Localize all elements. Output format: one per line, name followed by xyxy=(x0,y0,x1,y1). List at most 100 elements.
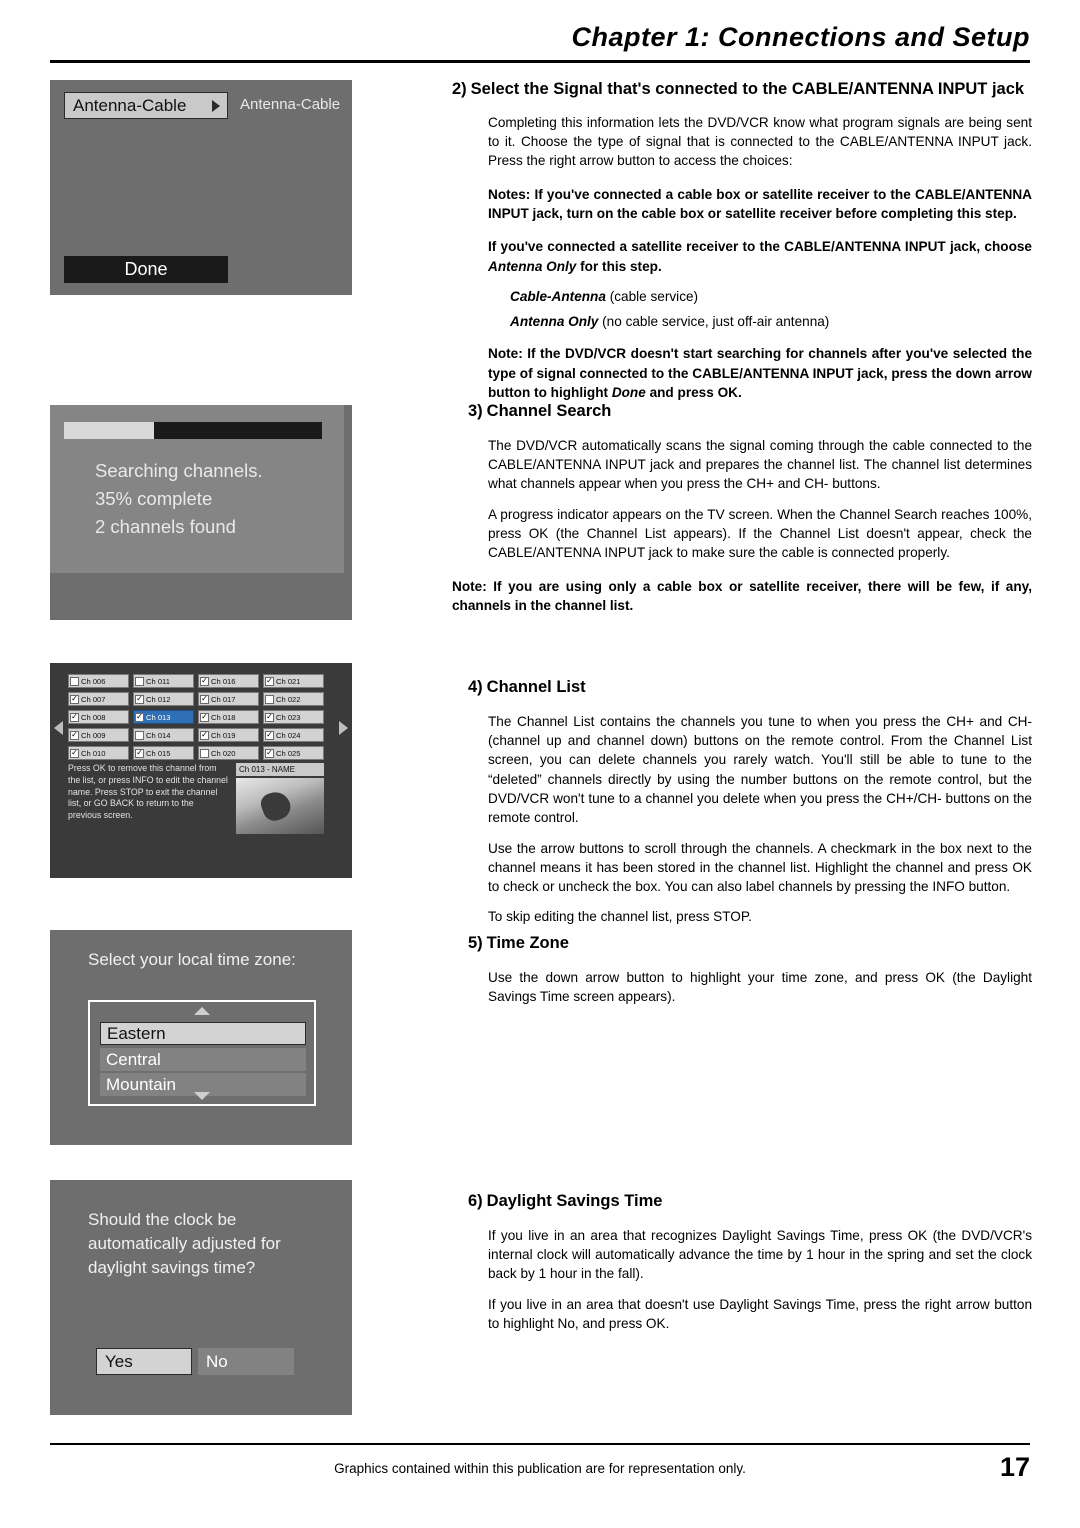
section-2: 2) Select the Signal that's connected to … xyxy=(452,78,1032,402)
checkbox-icon[interactable]: ✓ xyxy=(265,676,274,686)
channel-cell[interactable]: ✓ Ch 024 xyxy=(263,728,324,742)
section-3: 3) Channel Search The DVD/VCR automatical… xyxy=(452,400,1032,615)
channel-cell[interactable]: ✓ Ch 019 xyxy=(198,728,259,742)
arrow-down-icon[interactable] xyxy=(194,1092,210,1100)
checkbox-icon[interactable]: ✓ xyxy=(135,694,144,704)
channel-cell[interactable]: ✓ Ch 016 xyxy=(198,674,259,688)
channel-cell[interactable]: Ch 006 xyxy=(68,674,129,688)
search-line-3: 2 channels found xyxy=(95,516,236,538)
section-6: 6) Daylight Savings Time If you live in a… xyxy=(452,1190,1032,1333)
section-6-heading: 6) Daylight Savings Time xyxy=(468,1190,1032,1213)
figure-channel-search-screen: Searching channels. 35% complete 2 chann… xyxy=(50,405,352,620)
section-4-number: 4) xyxy=(468,678,483,696)
checkbox-icon[interactable]: ✓ xyxy=(70,694,79,704)
channel-cell[interactable]: Ch 020 xyxy=(198,746,259,760)
checkbox-icon[interactable] xyxy=(70,676,79,686)
section-4-heading: 4) Channel List xyxy=(468,676,1032,699)
search-status-text: Searching channels. 35% complete 2 chann… xyxy=(95,457,263,541)
channel-label: Ch 024 xyxy=(276,730,301,740)
channel-cell[interactable]: ✓ Ch 015 xyxy=(133,746,194,760)
time-zone-panel: Eastern Central Mountain xyxy=(88,1000,316,1106)
time-zone-option-central[interactable]: Central xyxy=(100,1048,306,1071)
section-6-title: Daylight Savings Time xyxy=(486,1192,663,1210)
search-line-2: 35% complete xyxy=(95,488,213,510)
choice-1-desc: (cable service) xyxy=(605,288,699,304)
section-4-paragraph-1: The Channel List contains the channels y… xyxy=(488,713,1032,826)
checkbox-icon[interactable] xyxy=(265,694,274,704)
channel-cell[interactable]: ✓ Ch 025 xyxy=(263,746,324,760)
scroll-left-icon[interactable] xyxy=(54,721,63,735)
daylight-yes-button[interactable]: Yes xyxy=(96,1348,192,1375)
checkbox-icon[interactable]: ✓ xyxy=(200,694,209,704)
channel-label: Ch 006 xyxy=(81,676,106,686)
checkbox-icon[interactable]: ✓ xyxy=(70,712,79,722)
channel-label: Ch 023 xyxy=(276,712,301,722)
channel-label: Ch 014 xyxy=(146,730,171,740)
channel-cell[interactable]: ✓ Ch 010 xyxy=(68,746,129,760)
checkbox-icon[interactable]: ✓ xyxy=(265,730,274,740)
channel-cell[interactable]: ✓ Ch 007 xyxy=(68,692,129,706)
checkbox-icon[interactable]: ✓ xyxy=(135,712,144,722)
checkbox-icon[interactable]: ✓ xyxy=(200,676,209,686)
manual-page: Chapter 1: Connections and Setup Antenna… xyxy=(0,0,1080,1528)
progress-bar-track xyxy=(64,422,322,439)
channel-row: ✓ Ch 008 ✓ Ch 013 ✓ Ch 018 ✓ Ch 023 xyxy=(68,710,324,724)
checkbox-icon[interactable]: ✓ xyxy=(265,748,274,758)
channel-name-field[interactable]: Ch 013 - NAME xyxy=(236,763,324,776)
checkbox-icon[interactable] xyxy=(200,748,209,758)
checkbox-icon[interactable]: ✓ xyxy=(70,730,79,740)
channel-cell[interactable]: Ch 014 xyxy=(133,728,194,742)
section-3-number: 3) xyxy=(468,402,483,420)
checkbox-icon[interactable]: ✓ xyxy=(135,748,144,758)
channel-label: Ch 021 xyxy=(276,676,301,686)
checkbox-icon[interactable] xyxy=(135,676,144,686)
channel-row: ✓ Ch 007 ✓ Ch 012 ✓ Ch 017 Ch 022 xyxy=(68,692,324,706)
section-3-paragraph-1: The DVD/VCR automatically scans the sign… xyxy=(488,437,1032,492)
channel-cell[interactable]: ✓ Ch 013 xyxy=(133,710,194,724)
section-3-title: Channel Search xyxy=(486,402,612,420)
checkbox-icon[interactable]: ✓ xyxy=(200,712,209,722)
channel-list-help-text: Press OK to remove this channel from the… xyxy=(68,763,228,821)
checkbox-icon[interactable]: ✓ xyxy=(265,712,274,722)
section-5-paragraph-1: Use the down arrow button to highlight y… xyxy=(488,969,1032,1005)
figure-time-zone-screen: Select your local time zone: Eastern Cen… xyxy=(50,930,352,1145)
channel-label: Ch 015 xyxy=(146,748,171,758)
daylight-no-button[interactable]: No xyxy=(198,1348,294,1375)
channel-label: Ch 019 xyxy=(211,730,236,740)
arrow-up-icon[interactable] xyxy=(194,1007,210,1015)
time-zone-option-eastern[interactable]: Eastern xyxy=(100,1022,306,1045)
channel-grid: Ch 006 Ch 011 ✓ Ch 016 ✓ Ch 021 ✓ Ch 007 ✓ Ch 012… xyxy=(68,674,324,764)
choice-2-desc: (no cable service, just off-air antenna) xyxy=(598,314,830,330)
channel-cell[interactable]: Ch 011 xyxy=(133,674,194,688)
section-2-note-2c: for this step. xyxy=(576,258,662,274)
channel-cell[interactable]: ✓ Ch 009 xyxy=(68,728,129,742)
search-line-1: Searching channels. xyxy=(95,460,263,481)
channel-cell[interactable]: ✓ Ch 018 xyxy=(198,710,259,724)
section-4-paragraph-2: Use the arrow buttons to scroll through … xyxy=(488,840,1032,895)
channel-cell[interactable]: ✓ Ch 012 xyxy=(133,692,194,706)
channel-preview-thumbnail xyxy=(236,778,324,834)
section-3-heading: 3) Channel Search xyxy=(468,400,1032,423)
channel-cell[interactable]: ✓ Ch 021 xyxy=(263,674,324,688)
antenna-cable-select[interactable]: Antenna-Cable xyxy=(64,92,228,119)
checkbox-icon[interactable]: ✓ xyxy=(200,730,209,740)
section-2-choice-1: Cable-Antenna (cable service) xyxy=(510,287,1032,306)
figure-daylight-savings-screen: Should the clock be automatically adjust… xyxy=(50,1180,352,1415)
section-2-note-2: If you've connected a satellite receiver… xyxy=(488,237,1032,276)
channel-label: Ch 008 xyxy=(81,712,106,722)
channel-cell[interactable]: ✓ Ch 023 xyxy=(263,710,324,724)
channel-cell[interactable]: ✓ Ch 008 xyxy=(68,710,129,724)
antenna-cable-value: Antenna-Cable xyxy=(73,95,187,115)
channel-cell[interactable]: Ch 022 xyxy=(263,692,324,706)
time-zone-prompt: Select your local time zone: xyxy=(88,950,296,969)
chevron-right-icon xyxy=(212,99,220,112)
scroll-right-icon[interactable] xyxy=(339,721,348,735)
channel-cell[interactable]: ✓ Ch 017 xyxy=(198,692,259,706)
done-button[interactable]: Done xyxy=(64,256,228,283)
section-2-heading: 2) Select the Signal that's connected to … xyxy=(452,78,1032,101)
checkbox-icon[interactable] xyxy=(135,730,144,740)
checkbox-icon[interactable]: ✓ xyxy=(70,748,79,758)
figure-antenna-cable-screen: Antenna-Cable Antenna-Cable Done xyxy=(50,80,352,295)
section-2-note-3c: and press OK. xyxy=(645,385,742,401)
section-3-note: Note: If you are using only a cable box … xyxy=(452,578,1032,613)
